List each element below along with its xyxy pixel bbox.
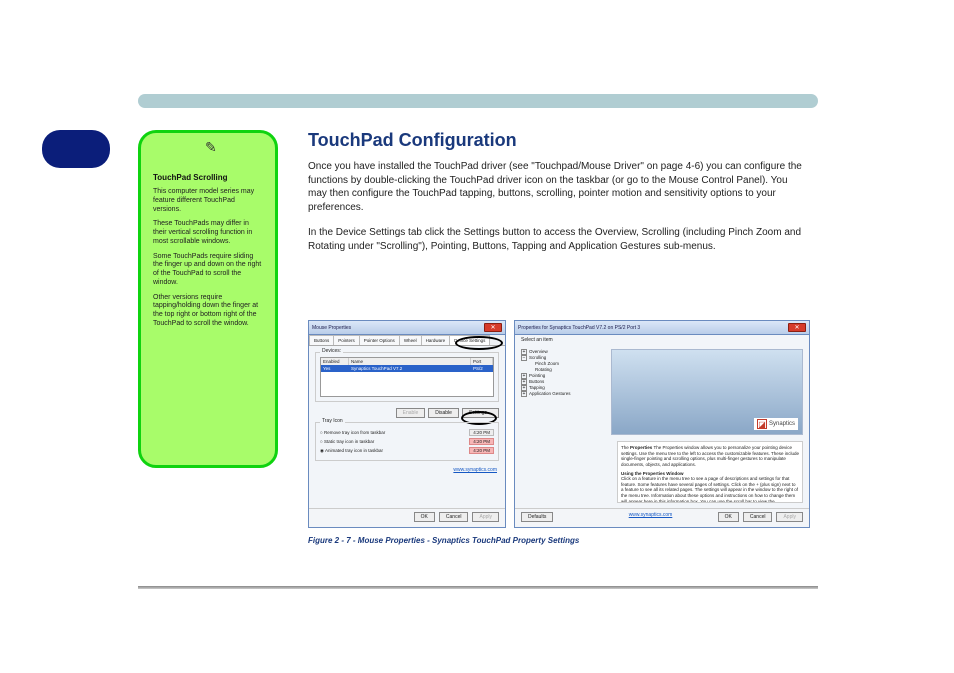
- window-title: Properties for Synaptics TouchPad V7.2 o…: [518, 325, 640, 331]
- close-icon[interactable]: ✕: [484, 323, 502, 332]
- apply-button[interactable]: Apply: [776, 512, 803, 522]
- col-enabled: Enabled: [321, 358, 349, 365]
- mouse-properties-dialog: Mouse Properties ✕ Buttons Pointers Poin…: [308, 320, 506, 528]
- desc-text: The Properties The Properties window all…: [621, 445, 799, 467]
- tab-hardware[interactable]: Hardware: [421, 335, 451, 345]
- pen-icon: ✎: [205, 139, 217, 156]
- radio-label: Static tray icon in taskbar: [324, 439, 374, 444]
- title-bar: Properties for Synaptics TouchPad V7.2 o…: [515, 321, 809, 335]
- radio-row[interactable]: ○ Static tray icon in taskbar 4:20 PM: [320, 438, 494, 445]
- body-paragraph: In the Device Settings tab click the Set…: [308, 226, 808, 253]
- synaptics-link[interactable]: www.synaptics.com: [599, 512, 673, 522]
- tree-item-gestures[interactable]: +Application Gestures: [521, 391, 609, 397]
- tray-icon-group: Tray Icon ○ Remove tray icon from taskba…: [315, 422, 499, 461]
- col-port: Port: [471, 358, 493, 365]
- footer-rule: [138, 586, 818, 589]
- preview-image: ◪ Synaptics: [611, 349, 803, 435]
- tab-pointer-options[interactable]: Pointer Options: [359, 335, 400, 345]
- radio-label: Animated tray icon in taskbar: [325, 448, 383, 453]
- synaptics-properties-dialog: Properties for Synaptics TouchPad V7.2 o…: [514, 320, 810, 528]
- devices-label: Devices:: [320, 348, 343, 354]
- time-preview: 4:20 PM: [469, 429, 494, 436]
- defaults-button[interactable]: Defaults: [521, 512, 553, 522]
- title-bar: Mouse Properties ✕: [309, 321, 505, 335]
- button-row: Enable Disable Settings…: [315, 408, 499, 418]
- sidebar-title: TouchPad Scrolling: [153, 173, 263, 182]
- sidebar-text: Other versions require tapping/holding d…: [153, 294, 263, 329]
- tray-label: Tray Icon: [320, 418, 345, 424]
- table-row[interactable]: Yes Synaptics TouchPad V7.2 PS/2: [321, 365, 493, 372]
- page-number-pill: [42, 130, 110, 168]
- dialog-footer: Defaults www.synaptics.com OK Cancel App…: [515, 508, 809, 525]
- col-name: Name: [349, 358, 471, 365]
- cell-enabled: Yes: [321, 365, 349, 372]
- sidebar-text: This computer model series may feature d…: [153, 188, 263, 214]
- synaptics-logo: ◪ Synaptics: [754, 418, 798, 430]
- tab-device-settings[interactable]: Device Settings: [449, 335, 490, 345]
- collapse-icon[interactable]: −: [521, 355, 527, 361]
- dialog-footer: OK Cancel Apply: [309, 508, 505, 525]
- tree-label: Application Gestures: [529, 391, 571, 397]
- expand-icon[interactable]: +: [521, 391, 527, 397]
- description-panel: The Properties The Properties window all…: [617, 441, 803, 503]
- logo-text: Synaptics: [769, 421, 795, 427]
- window-title: Mouse Properties: [312, 325, 351, 331]
- time-preview: 4:20 PM: [469, 438, 494, 445]
- bold-word: Properties: [630, 445, 652, 450]
- time-preview: 4:20 PM: [469, 447, 494, 454]
- figure-caption: Figure 2 - 7 - Mouse Properties - Synapt…: [308, 536, 579, 545]
- section-title: TouchPad Configuration: [308, 130, 517, 151]
- ok-button[interactable]: OK: [414, 512, 435, 522]
- disable-button[interactable]: Disable: [428, 408, 459, 418]
- ok-button[interactable]: OK: [718, 512, 739, 522]
- select-item-label: Select an item: [521, 337, 553, 343]
- sidebar-text: Some TouchPads require sliding the finge…: [153, 253, 263, 288]
- settings-button[interactable]: Settings…: [462, 408, 499, 418]
- body-paragraph: Once you have installed the TouchPad dri…: [308, 160, 808, 214]
- close-icon[interactable]: ✕: [788, 323, 806, 332]
- screenshot-group: Mouse Properties ✕ Buttons Pointers Poin…: [308, 320, 810, 528]
- sidebar-text: These TouchPads may differ in their vert…: [153, 220, 263, 246]
- tab-strip: Buttons Pointers Pointer Options Wheel H…: [309, 335, 505, 346]
- cancel-button[interactable]: Cancel: [439, 512, 469, 522]
- radio-label: Remove tray icon from taskbar: [324, 430, 385, 435]
- tab-pointers[interactable]: Pointers: [333, 335, 360, 345]
- cell-port: PS/2: [471, 365, 493, 372]
- radio-row[interactable]: ◉ Animated tray icon in taskbar 4:20 PM: [320, 447, 494, 454]
- enable-button[interactable]: Enable: [396, 408, 426, 418]
- tab-buttons[interactable]: Buttons: [309, 335, 334, 345]
- feature-tree: +Overview −Scrolling Pinch Zoom Rotating…: [521, 349, 609, 398]
- devices-group: Devices: Enabled Name Port Yes Synaptics…: [315, 352, 499, 402]
- devices-table: Enabled Name Port Yes Synaptics TouchPad…: [320, 357, 494, 397]
- apply-button[interactable]: Apply: [472, 512, 499, 522]
- tab-wheel[interactable]: Wheel: [399, 335, 422, 345]
- cancel-button[interactable]: Cancel: [743, 512, 773, 522]
- sidebar-note: ✎ TouchPad Scrolling This computer model…: [138, 130, 278, 468]
- cell-name: Synaptics TouchPad V7.2: [349, 365, 471, 372]
- header-bar: [138, 94, 818, 108]
- link-row: www.synaptics.com: [309, 465, 505, 475]
- table-header: Enabled Name Port: [321, 358, 493, 365]
- radio-row[interactable]: ○ Remove tray icon from taskbar 4:20 PM: [320, 429, 494, 436]
- desc-p2: Click on a feature in the menu tree to s…: [621, 476, 799, 503]
- synaptics-link[interactable]: www.synaptics.com: [453, 467, 497, 473]
- logo-mark-icon: ◪: [757, 419, 767, 429]
